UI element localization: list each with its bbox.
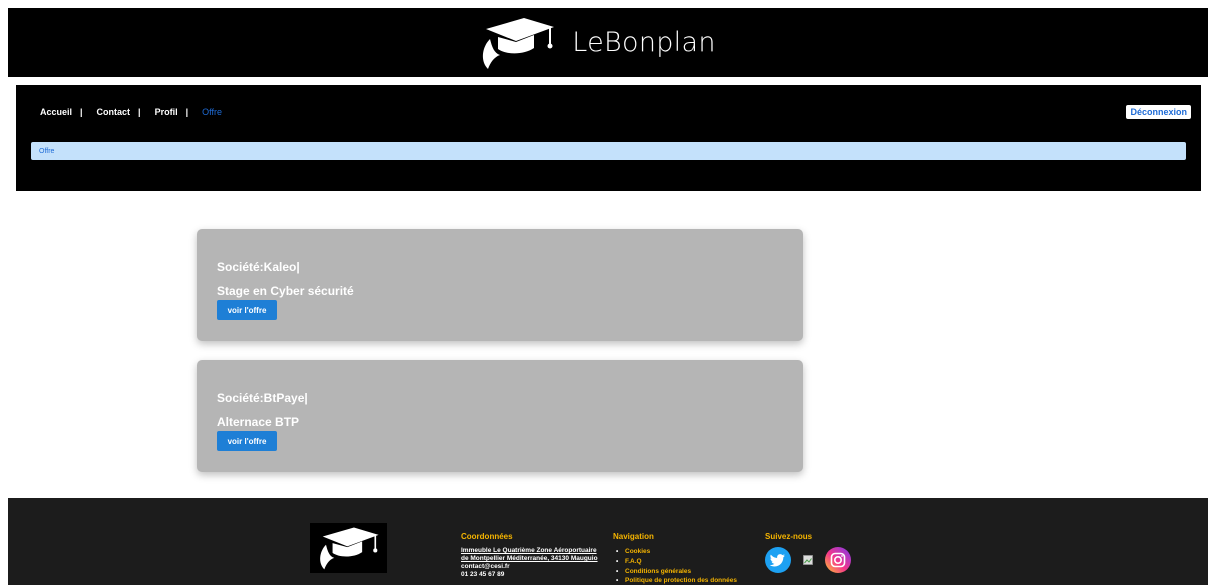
nav-separator: |	[80, 107, 83, 117]
nav-separator: |	[185, 107, 189, 117]
twitter-icon[interactable]	[765, 547, 791, 573]
logout-button[interactable]: Déconnexion	[1126, 105, 1191, 119]
navbar: Accueil | Contact | Profil | Offre Décon…	[16, 85, 1201, 191]
logo[interactable]: LeBonplan	[480, 15, 716, 71]
nav-offre[interactable]: Offre	[202, 107, 222, 117]
breadcrumb: Offre	[31, 142, 1186, 160]
footer-coordinates: Coordonnées Immeuble Le Quatrième Zone A…	[461, 532, 598, 580]
footer-nav-list: Cookies F.A.Q Conditions générales Polit…	[613, 547, 737, 586]
social-icons	[765, 547, 851, 573]
footer-heading: Suivez-nous	[765, 532, 813, 541]
nav-links: Accueil | Contact | Profil | Offre	[40, 107, 222, 117]
site-header: LeBonplan	[8, 8, 1208, 77]
offer-card: Société:Kaleo| Stage en Cyber sécurité v…	[197, 229, 803, 341]
view-offer-button[interactable]: voir l'offre	[217, 431, 277, 451]
offer-title: Stage en Cyber sécurité	[217, 284, 354, 298]
nav-accueil[interactable]: Accueil	[40, 107, 72, 117]
nav-profil[interactable]: Profil	[155, 107, 178, 117]
address-line[interactable]: de Montpellier Méditerranée, 34130 Maugu…	[461, 555, 598, 563]
footer-logo	[310, 523, 387, 573]
contact-email: contact@cesi.fr	[461, 563, 510, 571]
instagram-icon[interactable]	[825, 547, 851, 573]
address-line[interactable]: Immeuble Le Quatrième Zone Aéroportuaire	[461, 547, 598, 555]
offer-title: Alternace BTP	[217, 415, 300, 429]
graduation-cap-icon	[319, 527, 379, 570]
offer-company: Société:Kaleo|	[217, 260, 300, 274]
footer-link-cookies[interactable]: Cookies	[613, 547, 737, 557]
footer-heading: Coordonnées	[461, 532, 513, 541]
footer-heading: Navigation	[613, 532, 654, 541]
footer-social: Suivez-nous	[765, 532, 851, 573]
contact-phone: 01 23 45 67 89	[461, 571, 505, 579]
nav-contact[interactable]: Contact	[97, 107, 131, 117]
nav-separator: |	[138, 107, 141, 117]
brand-name: LeBonplan	[572, 27, 716, 58]
offer-company: Société:BtPaye|	[217, 391, 308, 405]
footer-link-faq[interactable]: F.A.Q	[613, 557, 737, 567]
view-offer-button[interactable]: voir l'offre	[217, 300, 277, 320]
footer-navigation: Navigation Cookies F.A.Q Conditions géné…	[613, 532, 737, 586]
site-footer: Coordonnées Immeuble Le Quatrième Zone A…	[8, 498, 1208, 586]
graduation-cap-icon	[483, 17, 555, 69]
offer-card: Société:BtPaye| Alternace BTP voir l'off…	[197, 360, 803, 472]
broken-image-icon[interactable]	[803, 555, 813, 565]
footer-link-conditions[interactable]: Conditions générales	[613, 567, 737, 577]
